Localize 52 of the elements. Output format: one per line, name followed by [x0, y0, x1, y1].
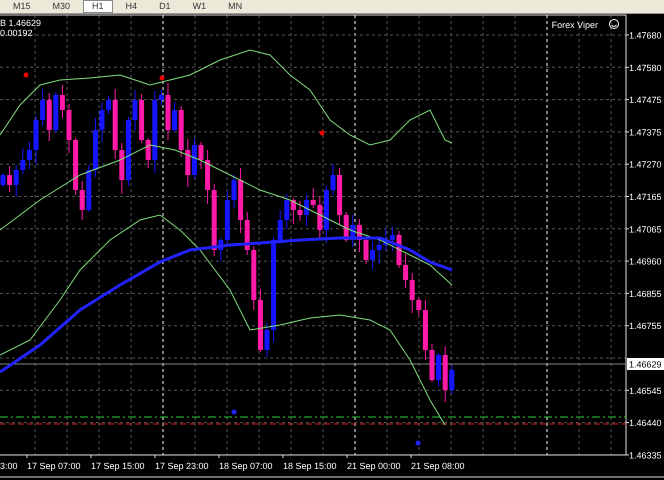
- candle: [166, 82, 170, 140]
- price-label: 1.47680: [629, 30, 662, 40]
- candle: [100, 102, 104, 142]
- timeframe-button[interactable]: H1: [83, 0, 113, 13]
- signal-dot: [416, 440, 420, 446]
- timeframe-button[interactable]: W1: [184, 0, 216, 13]
- price-label: 1.47375: [629, 127, 662, 138]
- timeframe-button[interactable]: D1: [150, 0, 180, 13]
- info-text: 0.00192: [0, 28, 33, 38]
- price-label: 1.47065: [629, 224, 662, 234]
- candle: [396, 230, 402, 268]
- time-label: 21 Sep 00:00: [347, 461, 401, 471]
- timeframe-button[interactable]: MN: [219, 0, 252, 13]
- time-label: 17 Sep 07:00: [27, 461, 81, 471]
- timeframe-button[interactable]: M15: [4, 0, 40, 13]
- price-label: 1.46335: [629, 450, 662, 460]
- timeframe-button[interactable]: H4: [116, 0, 146, 13]
- price-label: 1.46855: [629, 288, 662, 299]
- signal-dot: [160, 76, 164, 80]
- signal-dot: [320, 130, 324, 136]
- smiley-icon: [609, 19, 619, 29]
- candle: [34, 116, 38, 164]
- candle: [364, 238, 368, 264]
- price-label: 1.47270: [629, 160, 662, 170]
- timeframe-button[interactable]: M30: [44, 0, 80, 13]
- candle: [430, 344, 434, 382]
- candle: [66, 104, 72, 154]
- time-label: 17 Sep 15:00: [91, 461, 145, 471]
- price-label: 1.46960: [629, 256, 662, 267]
- time-label: 18 Sep 15:00: [283, 461, 337, 471]
- candle: [264, 322, 270, 358]
- time-label: 21 Sep 08:00: [411, 461, 465, 471]
- candle: [0, 172, 6, 188]
- time-label: 17 Sep 23:00: [155, 461, 209, 471]
- indicator-label: Forex Viper: [552, 20, 598, 30]
- candle: [198, 142, 204, 170]
- price-label: 1.47475: [629, 95, 662, 106]
- price-label: 1.47165: [629, 192, 662, 202]
- price-label: 1.46440: [629, 418, 662, 428]
- time-label: 18 Sep 07:00: [219, 461, 273, 471]
- price-label: 1.46545: [629, 386, 662, 396]
- signal-dot: [232, 410, 236, 414]
- current-price-tag: 1.46629: [627, 358, 664, 370]
- price-label: 1.46755: [629, 321, 662, 332]
- info-text: B 1.46629: [0, 18, 42, 28]
- candle: [132, 90, 138, 132]
- candle: [330, 164, 336, 196]
- price-label: 1.47580: [629, 62, 662, 73]
- candle: [298, 200, 302, 222]
- candle: [232, 174, 236, 208]
- time-label: 3:00: [0, 461, 18, 471]
- signal-dot: [24, 72, 28, 78]
